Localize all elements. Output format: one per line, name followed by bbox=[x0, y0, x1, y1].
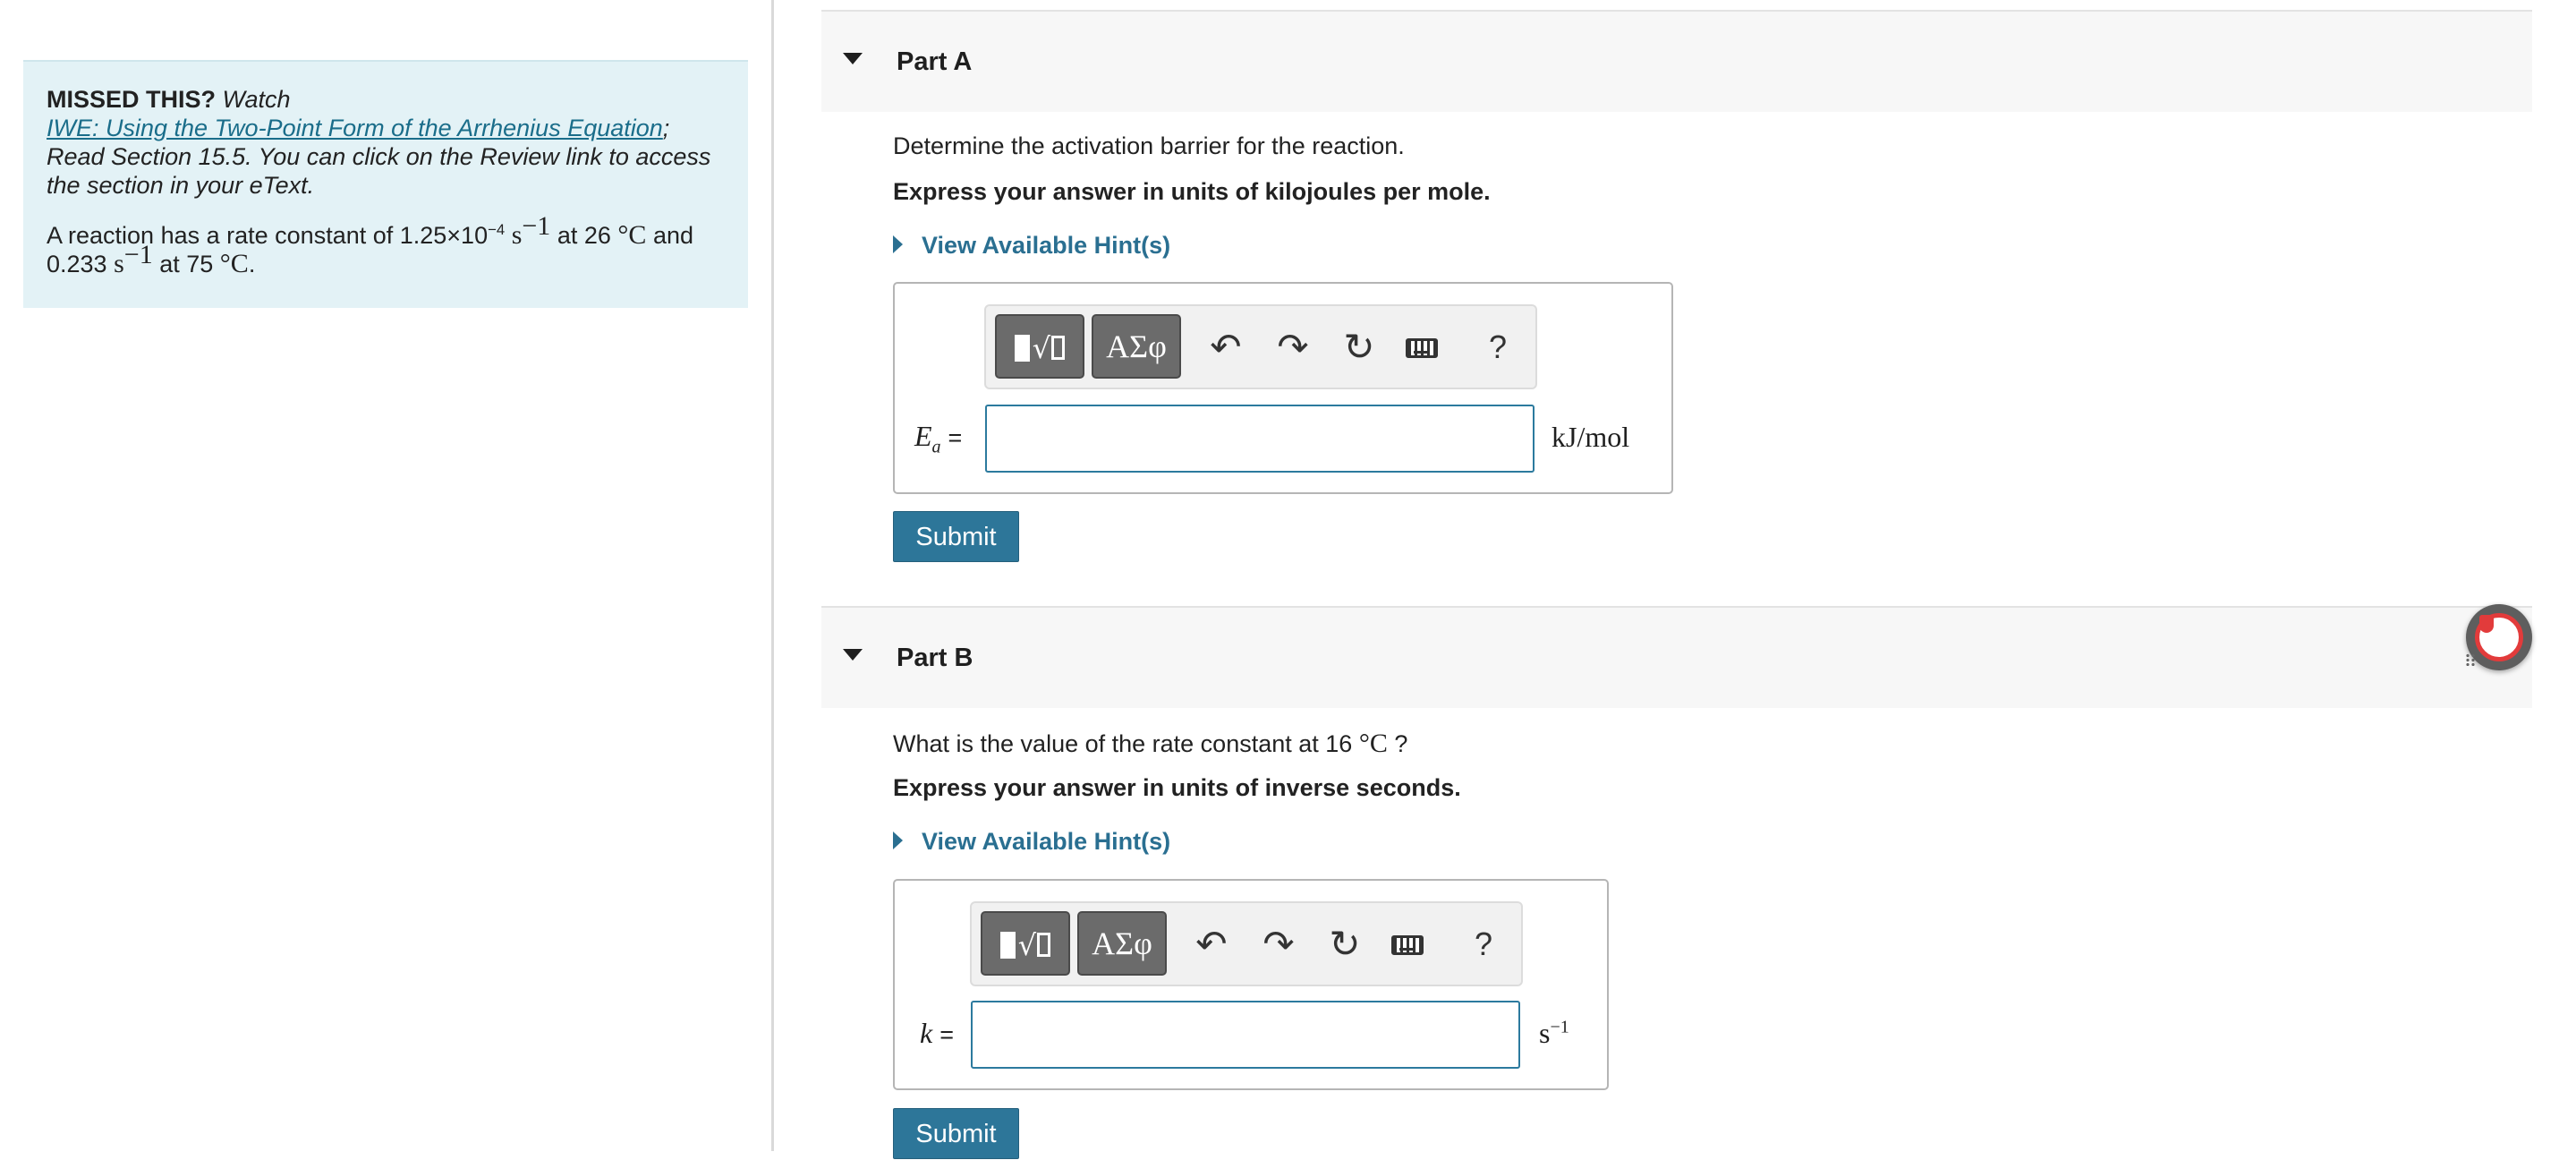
left-panel: MISSED THIS? Watch IWE: Using the Two-Po… bbox=[0, 0, 772, 1151]
part-b-submit-button[interactable]: Submit bbox=[893, 1108, 1019, 1159]
reset-icon[interactable]: ↻ bbox=[1338, 324, 1381, 371]
templates-box-glyph bbox=[1051, 336, 1066, 361]
var-symbol: k bbox=[920, 1017, 933, 1049]
undo-icon[interactable]: ↶ bbox=[1190, 921, 1233, 968]
symbols-button[interactable]: ΑΣφ bbox=[1092, 314, 1181, 379]
part-a-answer-input[interactable] bbox=[985, 405, 1535, 473]
temp-2-text: at 75 bbox=[159, 251, 214, 277]
part-b-unit-base: s bbox=[1539, 1017, 1551, 1049]
reset-icon[interactable]: ↻ bbox=[1323, 921, 1366, 968]
redo-icon[interactable]: ↷ bbox=[1271, 324, 1314, 371]
part-b-question-end: ? bbox=[1394, 730, 1408, 757]
templates-label: √ bbox=[1017, 927, 1037, 962]
help-icon[interactable]: ? bbox=[1476, 324, 1519, 371]
part-b-unit: s−1 bbox=[1539, 1017, 1569, 1050]
part-a-hint-link[interactable]: View Available Hint(s) bbox=[893, 232, 1170, 260]
var-symbol: E bbox=[914, 420, 932, 452]
rate-unit-2-exp: −1 bbox=[123, 240, 153, 269]
templates-label: √ bbox=[1032, 330, 1051, 365]
hint-expand-icon bbox=[893, 831, 903, 849]
templates-button[interactable]: √ bbox=[981, 911, 1070, 976]
part-a-title: Part A bbox=[897, 47, 973, 76]
part-a-submit-button[interactable]: Submit bbox=[893, 511, 1019, 562]
part-a-hint-label: View Available Hint(s) bbox=[922, 232, 1171, 259]
equals-sign: = bbox=[939, 1021, 954, 1048]
missed-this-text: MISSED THIS? Watch IWE: Using the Two-Po… bbox=[47, 85, 725, 200]
part-b-title: Part B bbox=[897, 644, 973, 672]
rate-exponent: −4 bbox=[488, 221, 506, 238]
keyboard-icon[interactable] bbox=[1391, 935, 1424, 955]
templates-icon bbox=[1014, 334, 1030, 362]
part-b-question-text: What is the value of the rate constant a… bbox=[893, 730, 1353, 757]
problem-statement: A reaction has a rate constant of 1.25×1… bbox=[47, 213, 725, 278]
part-b-variable-label: k = bbox=[920, 1017, 954, 1050]
rate-unit-1-exp: −1 bbox=[522, 211, 551, 241]
part-b-answer-input[interactable] bbox=[971, 1001, 1520, 1069]
redo-icon[interactable]: ↷ bbox=[1257, 921, 1300, 968]
part-a-question: Determine the activation barrier for the… bbox=[893, 132, 1405, 159]
undo-icon[interactable]: ↶ bbox=[1204, 324, 1247, 371]
feedback-widget-button[interactable] bbox=[2466, 604, 2532, 670]
part-b-instruction: Express your answer in units of inverse … bbox=[893, 774, 1461, 801]
video-link[interactable]: IWE: Using the Two-Point Form of the Arr… bbox=[47, 115, 663, 141]
missed-this-box: MISSED THIS? Watch IWE: Using the Two-Po… bbox=[23, 60, 748, 308]
templates-icon bbox=[999, 931, 1016, 959]
missed-this-label: MISSED THIS? bbox=[47, 86, 217, 113]
temp-unit-2: °C bbox=[219, 249, 249, 278]
temp-unit-1: °C bbox=[617, 220, 647, 250]
equals-sign: = bbox=[948, 424, 963, 451]
temp-1-text: at 26 bbox=[557, 222, 611, 249]
part-a-variable-label: Ea = bbox=[914, 420, 962, 457]
templates-button[interactable]: √ bbox=[995, 314, 1084, 379]
help-icon[interactable]: ? bbox=[1462, 921, 1505, 968]
shield-icon bbox=[2479, 615, 2494, 633]
part-b-question-unit: °C bbox=[1358, 729, 1388, 758]
var-subscript: a bbox=[931, 437, 941, 457]
part-b-math-toolbar: √ ΑΣφ ↶ ↷ ↻ ? bbox=[970, 901, 1523, 986]
panel-divider[interactable] bbox=[771, 0, 774, 1151]
symbols-button[interactable]: ΑΣφ bbox=[1077, 911, 1167, 976]
part-b-header[interactable]: Part B bbox=[821, 606, 2532, 708]
rate-value-2: 0.233 bbox=[47, 251, 107, 277]
part-a-answer-box: √ ΑΣφ ↶ ↷ ↻ ? Ea = kJ/mol bbox=[893, 282, 1673, 494]
and-text: and bbox=[652, 222, 693, 249]
problem-end: . bbox=[248, 251, 256, 277]
keyboard-icon[interactable] bbox=[1406, 338, 1438, 358]
part-b-hint-link[interactable]: View Available Hint(s) bbox=[893, 828, 1170, 856]
part-b-hint-label: View Available Hint(s) bbox=[922, 828, 1171, 855]
hint-expand-icon bbox=[893, 235, 903, 253]
part-a-instruction: Express your answer in units of kilojoul… bbox=[893, 178, 1491, 205]
part-b-unit-exp: −1 bbox=[1550, 1017, 1569, 1037]
rate-unit-1: s bbox=[511, 220, 523, 250]
part-b-answer-box: √ ΑΣφ ↶ ↷ ↻ ? k = s−1 bbox=[893, 879, 1609, 1090]
collapse-caret-icon[interactable] bbox=[843, 649, 863, 661]
part-b-question: What is the value of the rate constant a… bbox=[893, 729, 1407, 759]
problem-text-pre: A reaction has a rate constant of 1.25×1… bbox=[47, 222, 489, 249]
templates-box-glyph bbox=[1037, 933, 1051, 958]
collapse-caret-icon[interactable] bbox=[843, 53, 863, 64]
rate-unit-2: s bbox=[114, 249, 124, 278]
part-a-unit: kJ/mol bbox=[1552, 421, 1630, 453]
watch-label: Watch bbox=[222, 86, 291, 113]
part-a-math-toolbar: √ ΑΣφ ↶ ↷ ↻ ? bbox=[984, 304, 1537, 389]
drag-handle-icon[interactable] bbox=[2465, 653, 2476, 666]
part-a-header[interactable]: Part A bbox=[821, 10, 2532, 112]
